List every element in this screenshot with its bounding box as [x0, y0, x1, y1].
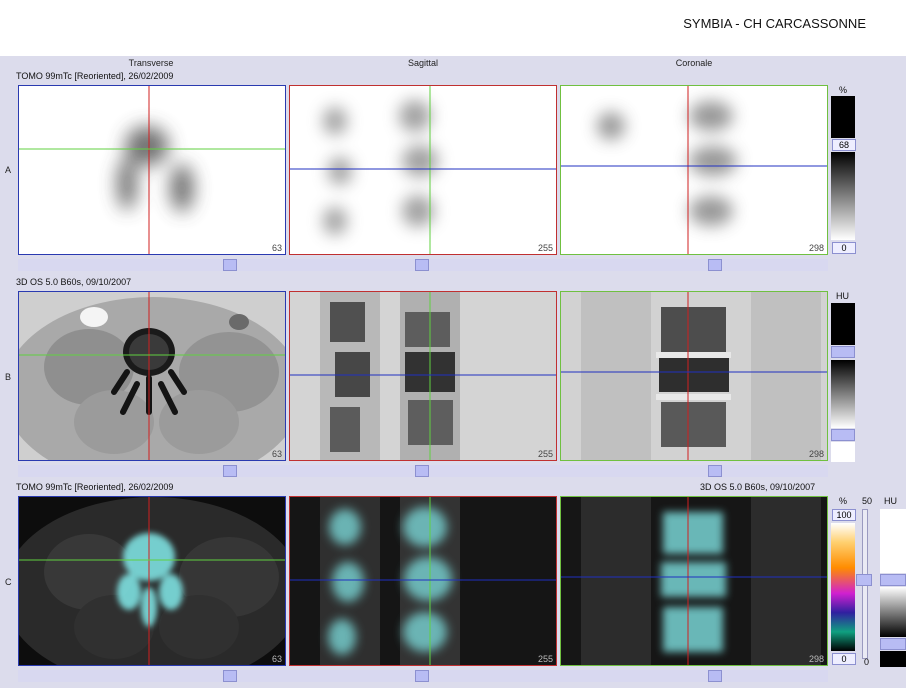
column-header-transverse: Transverse [128, 58, 174, 68]
row-a-label: A [5, 165, 12, 175]
slice-slider-c-transverse[interactable] [223, 670, 237, 682]
blend-label: 50 [862, 496, 873, 506]
colorbar-c-min[interactable]: 0 [832, 653, 856, 665]
colorbar-c-unit-hu: HU [884, 496, 897, 506]
colorbar-a-gradient [831, 152, 855, 240]
slice-number: 255 [537, 243, 553, 253]
row-c-series-label-left: TOMO 99mTc [Reoriented], 26/02/2009 [16, 482, 174, 492]
slice-number: 63 [271, 449, 282, 459]
colorbar-a-max[interactable]: 68 [832, 139, 856, 151]
slice-slider-b-sagittal[interactable] [415, 465, 429, 477]
slice-slider-a-transverse[interactable] [223, 259, 237, 271]
slice-slider-a-sagittal[interactable] [415, 259, 429, 271]
colorbar-c-hu-top [880, 509, 906, 573]
colorbar-a-unit: % [839, 85, 848, 95]
viewport-a-coronal[interactable]: 298 [560, 85, 828, 255]
row-c-series-label-right: 3D OS 5.0 B60s, 09/10/2007 [700, 482, 816, 492]
colorbar-b-unit: HU [836, 291, 849, 301]
colorbar-c-hu-bottom [880, 651, 906, 667]
colorbar-c-max[interactable]: 100 [832, 509, 856, 521]
viewport-a-sagittal[interactable]: 255 [289, 85, 557, 255]
row-b-series-label: 3D OS 5.0 B60s, 09/10/2007 [16, 277, 132, 287]
colorbar-b-gradient [831, 360, 855, 428]
colorbar-a-min[interactable]: 0 [832, 242, 856, 254]
colorbar-c-unit-pct: % [839, 496, 848, 506]
slice-slider-b-transverse[interactable] [223, 465, 237, 477]
colorbar-b-bottom [831, 442, 855, 462]
viewport-c-sagittal[interactable]: 255 [289, 496, 557, 666]
slice-slider-c-sagittal[interactable] [415, 670, 429, 682]
column-header-coronal: Coronale [675, 58, 713, 68]
slice-number: 255 [537, 654, 553, 664]
slice-number: 63 [271, 243, 282, 253]
viewport-a-transverse[interactable]: 63 [18, 85, 286, 255]
colorbar-a-top [831, 96, 855, 138]
row-a-series-label: TOMO 99mTc [Reoriented], 26/02/2009 [16, 71, 174, 81]
slice-number: 298 [808, 243, 824, 253]
title-bar: SYMBIA - CH CARCASSONNE [0, 0, 906, 56]
site-name: SYMBIA - CH CARCASSONNE [683, 16, 866, 31]
colorbar-c-gradient [831, 523, 855, 651]
slice-number: 298 [808, 654, 824, 664]
colorbar-c-hu-lower-handle[interactable] [880, 638, 906, 650]
colorbar-b-upper-handle[interactable] [831, 346, 855, 358]
blend-min-label: 0 [864, 657, 870, 667]
row-c-label: C [5, 577, 12, 587]
colorbar-b-top [831, 303, 855, 345]
colorbar-c-hu-gradient [880, 587, 906, 637]
column-header-sagittal: Sagittal [407, 58, 439, 68]
slice-slider-a-coronal[interactable] [708, 259, 722, 271]
viewport-c-transverse[interactable]: 63 [18, 496, 286, 666]
slice-number: 298 [808, 449, 824, 459]
colorbar-c-hu-upper-handle[interactable] [880, 574, 906, 586]
viewport-b-coronal[interactable]: 298 [560, 291, 828, 461]
colorbar-b-lower-handle[interactable] [831, 429, 855, 441]
viewport-b-transverse[interactable]: 63 [18, 291, 286, 461]
slice-slider-c-coronal[interactable] [708, 670, 722, 682]
viewport-c-coronal[interactable]: 298 [560, 496, 828, 666]
viewport-b-sagittal[interactable]: 255 [289, 291, 557, 461]
slice-slider-b-coronal[interactable] [708, 465, 722, 477]
slice-number: 255 [537, 449, 553, 459]
slice-number: 63 [271, 654, 282, 664]
row-b-label: B [5, 372, 12, 382]
blend-slider-handle[interactable] [856, 574, 872, 586]
